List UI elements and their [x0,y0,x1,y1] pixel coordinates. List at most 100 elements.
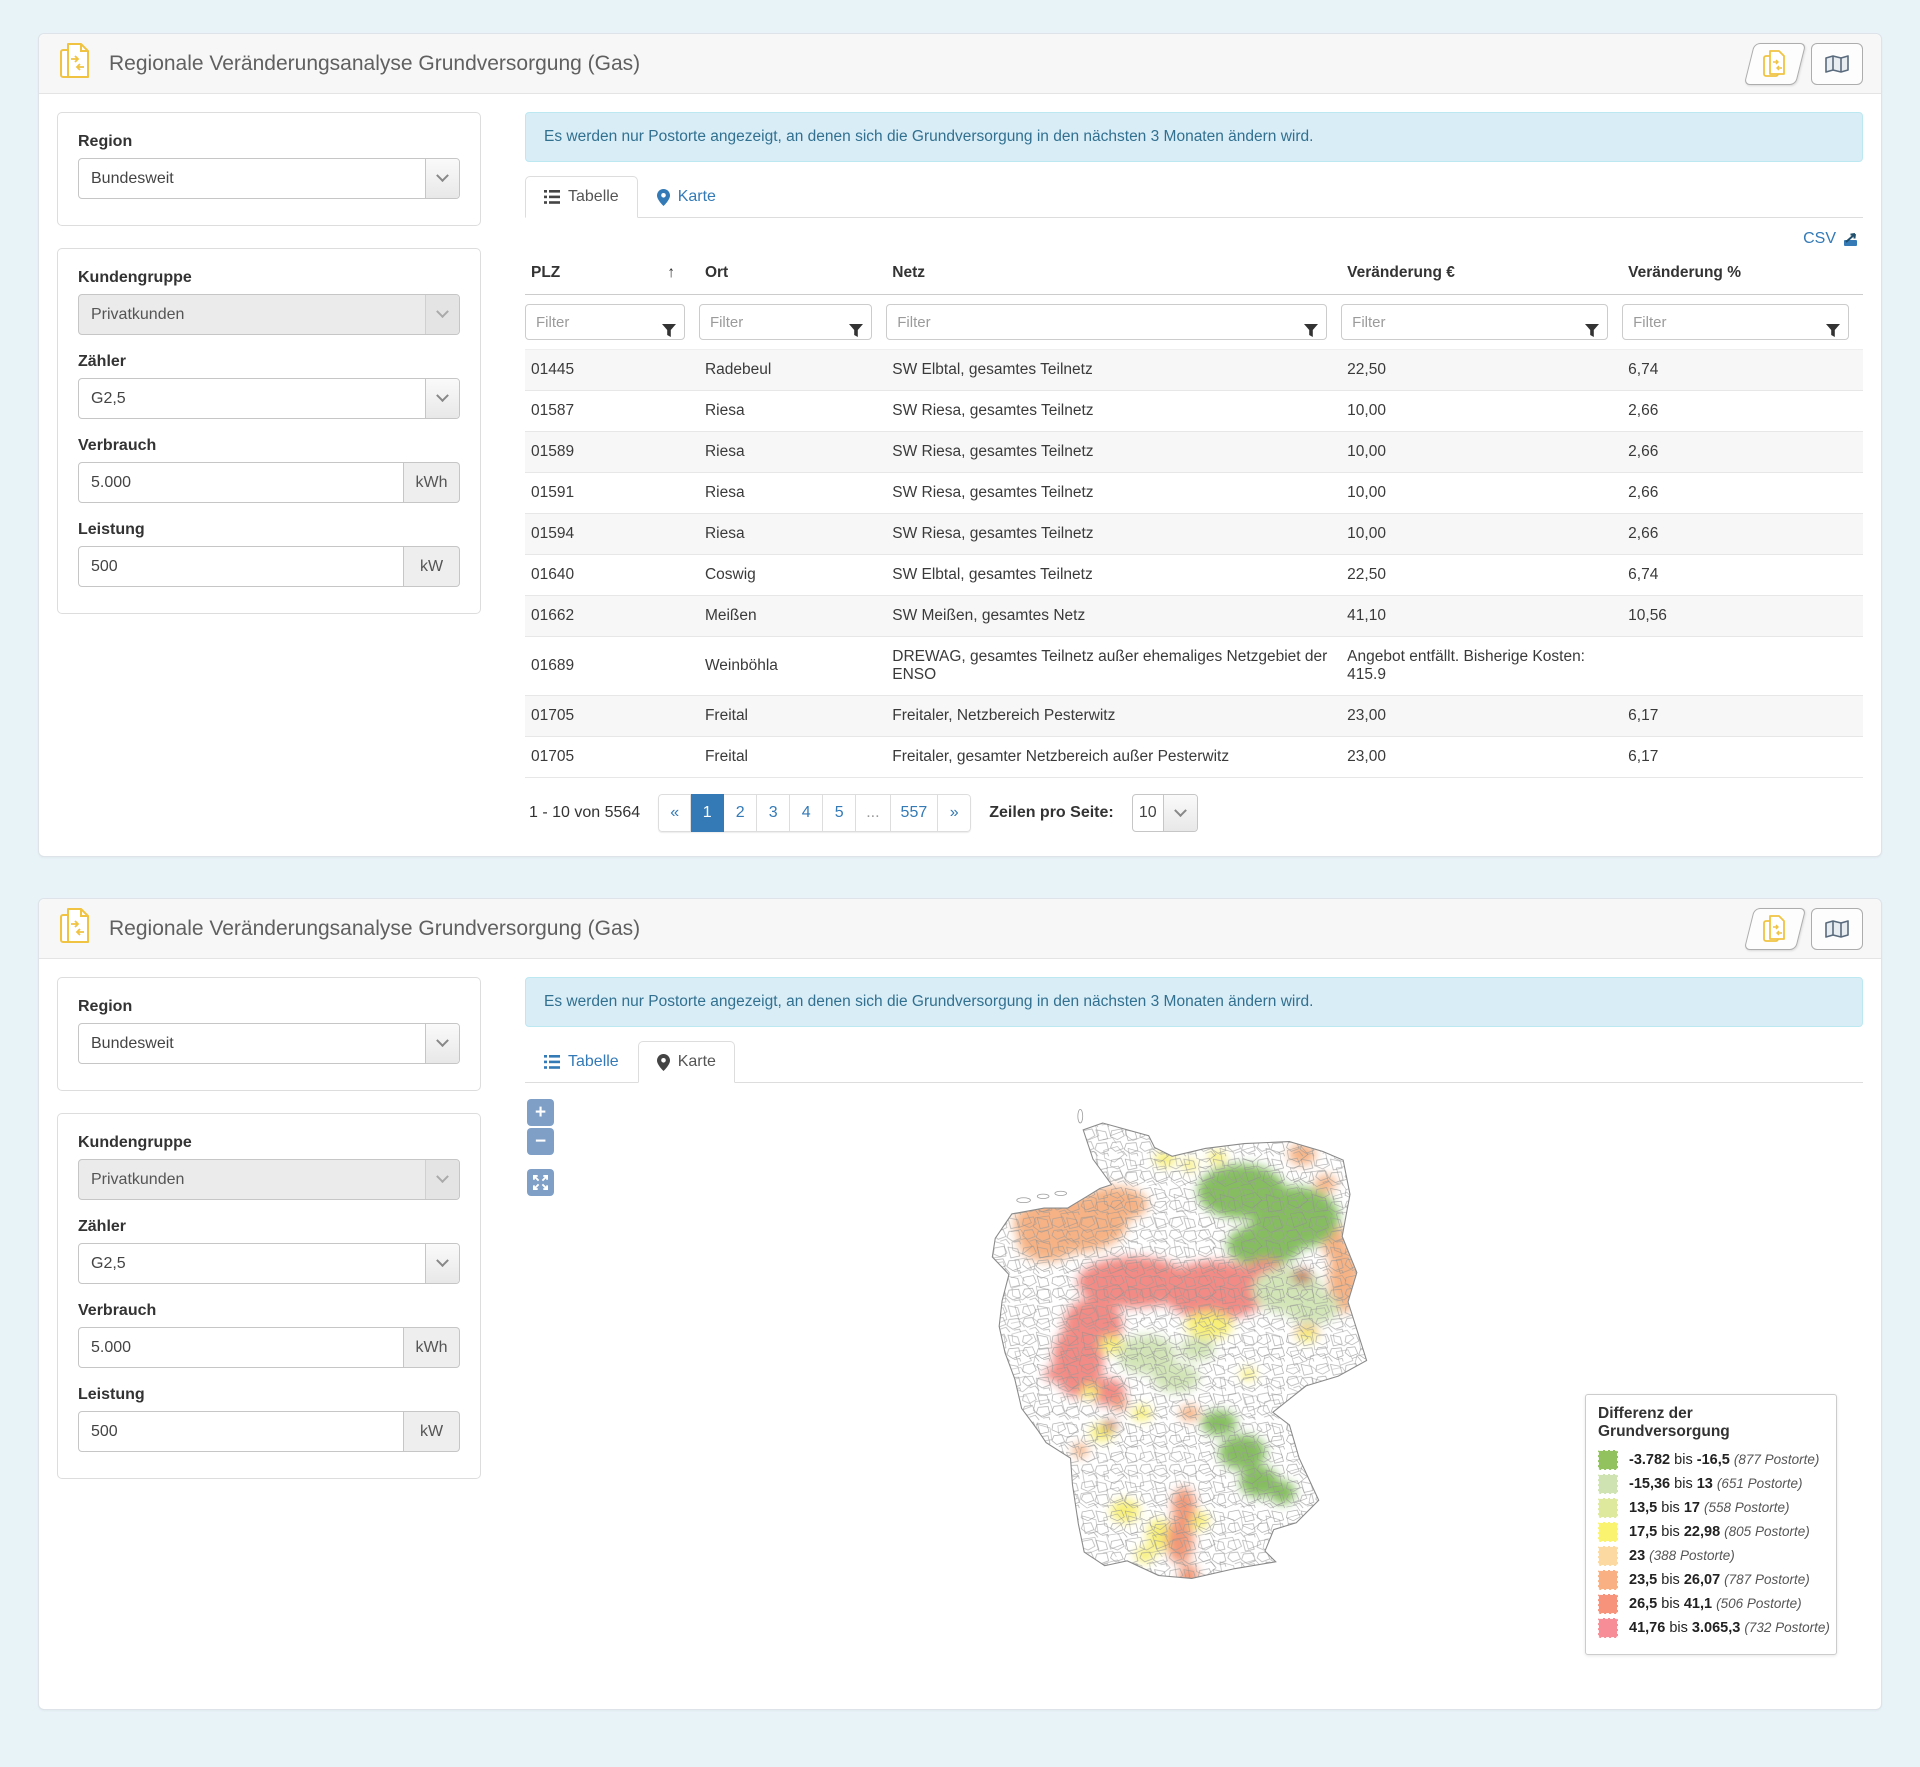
legend-item: 23 (388 Postorte) [1598,1546,1824,1566]
col-header-eur[interactable]: Veränderung € [1341,254,1622,295]
panel-map-view: Regionale Veränderungsanalyse Grundverso… [38,898,1882,1710]
page-first-button[interactable]: « [658,794,691,832]
filter-sidebar: Region Bundesweit Kundengruppe Privatkun… [57,977,481,1691]
map-icon [1824,919,1850,939]
zoom-in-button[interactable]: + [527,1099,554,1126]
verbrauch-unit: kWh [404,1327,460,1368]
panel-table-view: Regionale Veränderungsanalyse Grundverso… [38,33,1882,857]
zaehler-select[interactable]: G2,5 [78,378,460,419]
map-legend: Differenz der Grundversorgung -3.782 bis… [1585,1394,1837,1655]
tab-karte[interactable]: Karte [638,176,735,218]
filter-input-eur[interactable] [1341,304,1608,340]
zaehler-label: Zähler [78,353,460,371]
page-button-3[interactable]: 3 [757,794,790,832]
legend-title: Differenz der Grundversorgung [1598,1405,1824,1441]
pagination-bar: 1 - 10 von 5564 « 1 2 3 4 5 ... 557 » Ze… [525,778,1863,838]
col-header-netz[interactable]: Netz [886,254,1341,295]
pager: « 1 2 3 4 5 ... 557 » [658,794,971,832]
kundengruppe-label: Kundengruppe [78,269,460,287]
col-header-plz[interactable]: PLZ↑ [525,254,699,295]
table-row[interactable]: 01662MeißenSW Meißen, gesamtes Netz41,10… [525,596,1863,637]
table-row[interactable]: 01689WeinböhlaDREWAG, gesamtes Teilnetz … [525,637,1863,696]
germany-choropleth-map[interactable] [963,1087,1393,1677]
region-box: Region Bundesweit [57,112,481,226]
legend-item: -3.782 bis -16,5 (877 Postorte) [1598,1450,1824,1470]
page-title: Regionale Veränderungsanalyse Grundverso… [109,917,1749,941]
verbrauch-input[interactable] [78,1327,404,1368]
report-view-button[interactable] [1744,43,1806,85]
verbrauch-label: Verbrauch [78,437,460,455]
page-button-1[interactable]: 1 [691,794,724,832]
legend-item: 41,76 bis 3.065,3 (732 Postorte) [1598,1618,1824,1638]
region-select[interactable]: Bundesweit [78,1023,460,1064]
map-marker-icon [657,1054,670,1071]
leistung-input[interactable] [78,546,404,587]
legend-swatch [1598,1450,1618,1470]
view-tabs: Tabelle Karte [525,1041,1863,1083]
legend-item: 26,5 bis 41,1 (506 Postorte) [1598,1594,1824,1614]
kundengruppe-select: Privatkunden [78,294,460,335]
table-row[interactable]: 01594RiesaSW Riesa, gesamtes Teilnetz10,… [525,514,1863,555]
page-title: Regionale Veränderungsanalyse Grundverso… [109,52,1749,76]
page-button-557[interactable]: 557 [891,794,939,832]
col-header-pct[interactable]: Veränderung % [1622,254,1863,295]
verbrauch-input[interactable] [78,462,404,503]
leistung-input[interactable] [78,1411,404,1452]
chevron-down-icon [425,1244,459,1283]
region-label: Region [78,133,460,151]
chevron-down-icon [425,295,459,334]
tab-karte[interactable]: Karte [638,1041,735,1083]
legend-swatch [1598,1546,1618,1566]
report-doc-icon [1762,914,1788,944]
list-icon [544,1055,560,1069]
map-view-button[interactable] [1811,908,1863,950]
filter-icon[interactable] [1585,324,1599,338]
zaehler-select[interactable]: G2,5 [78,1243,460,1284]
page-button-5[interactable]: 5 [823,794,856,832]
chevron-down-icon [425,379,459,418]
table-row[interactable]: 01591RiesaSW Riesa, gesamtes Teilnetz10,… [525,473,1863,514]
region-select[interactable]: Bundesweit [78,158,460,199]
fullscreen-button[interactable] [527,1169,554,1196]
filter-icon[interactable] [849,324,863,338]
page-ellipsis: ... [856,794,890,832]
map-view-button[interactable] [1811,43,1863,85]
csv-export-link[interactable]: CSV [1803,230,1836,248]
filter-input-plz[interactable] [525,304,685,340]
table-row[interactable]: 01640CoswigSW Elbtal, gesamtes Teilnetz2… [525,555,1863,596]
leistung-unit: kW [404,546,460,587]
page-last-button[interactable]: » [938,794,971,832]
filter-input-pct[interactable] [1622,304,1849,340]
sort-asc-icon: ↑ [667,264,675,282]
legend-swatch [1598,1570,1618,1590]
page-button-2[interactable]: 2 [724,794,757,832]
filter-row [525,295,1863,350]
table-row[interactable]: 01589RiesaSW Riesa, gesamtes Teilnetz10,… [525,432,1863,473]
report-view-button[interactable] [1744,908,1806,950]
info-alert: Es werden nur Postorte angezeigt, an den… [525,112,1863,162]
table-row[interactable]: 01705FreitalFreitaler, gesamter Netzbere… [525,737,1863,778]
legend-item: 23,5 bis 26,07 (787 Postorte) [1598,1570,1824,1590]
filter-icon[interactable] [1826,324,1840,338]
col-header-ort[interactable]: Ort [699,254,886,295]
filter-input-netz[interactable] [886,304,1327,340]
legend-swatch [1598,1522,1618,1542]
pagination-summary: 1 - 10 von 5564 [529,804,640,822]
filter-icon[interactable] [1304,324,1318,338]
export-icon[interactable] [1842,232,1859,247]
filter-sidebar: Region Bundesweit Kundengruppe Privatkun… [57,112,481,838]
filter-icon[interactable] [662,324,676,338]
page-button-4[interactable]: 4 [790,794,823,832]
legend-swatch [1598,1498,1618,1518]
table-row[interactable]: 01705FreitalFreitaler, Netzbereich Peste… [525,696,1863,737]
view-tabs: Tabelle Karte [525,176,1863,218]
tab-tabelle[interactable]: Tabelle [525,176,638,218]
filter-input-ort[interactable] [699,304,872,340]
rows-per-page-select[interactable]: 10 [1132,794,1198,832]
table-row[interactable]: 01445RadebeulSW Elbtal, gesamtes Teilnet… [525,350,1863,391]
tab-tabelle[interactable]: Tabelle [525,1041,638,1083]
map-container[interactable]: + − [525,1091,1863,1691]
list-icon [544,190,560,204]
zoom-out-button[interactable]: − [527,1128,554,1155]
table-row[interactable]: 01587RiesaSW Riesa, gesamtes Teilnetz10,… [525,391,1863,432]
